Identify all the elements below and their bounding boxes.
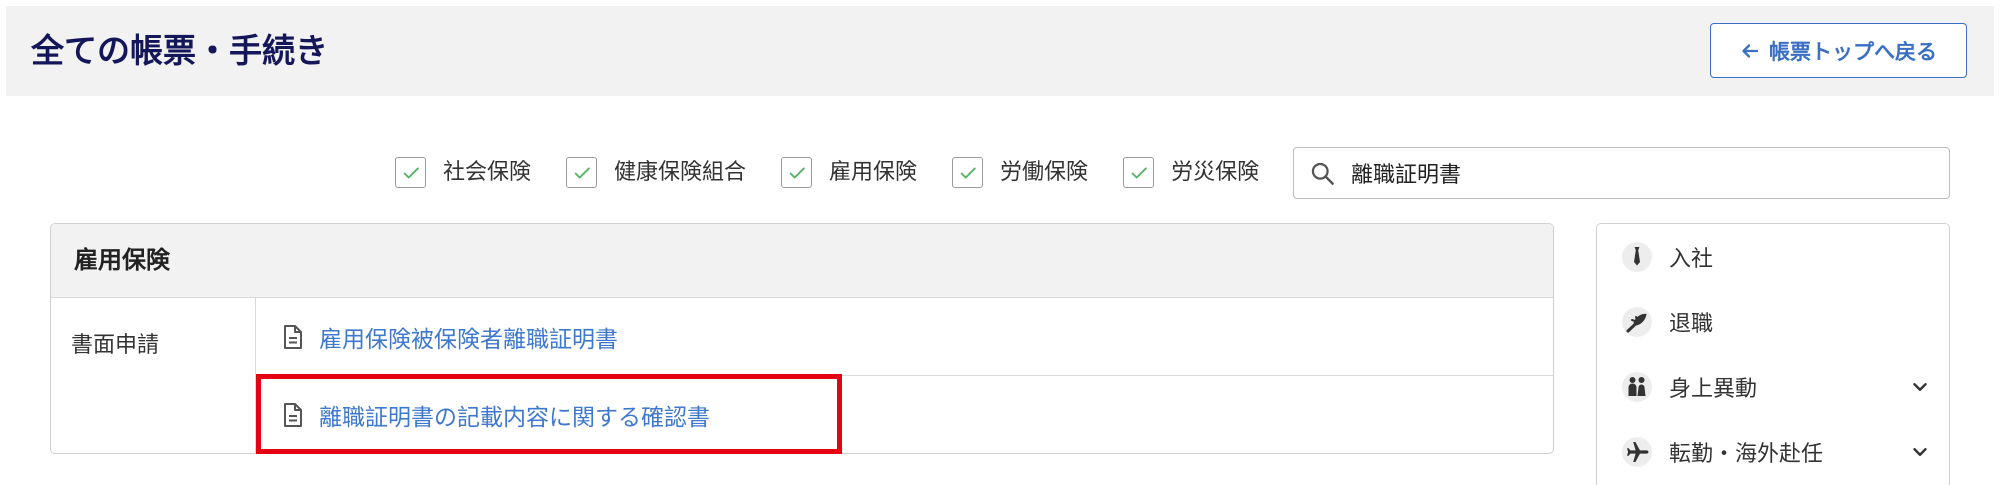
filter-label: 労災保険 [1171,160,1260,185]
filter-checkbox[interactable] [566,157,598,188]
page-header: 全ての帳票・手続き 帳票トップへ戻る [6,6,1994,96]
filter-checkbox[interactable] [952,157,984,188]
insurance-filter-group: 社会保険 健康保険組合 雇用保険 労働保険 労災保険 [395,157,1294,188]
back-to-forms-top-button[interactable]: 帳票トップへ戻る [1710,23,1967,78]
filter-workers-accident-insurance[interactable]: 労災保険 [1123,157,1259,188]
section-body: 書面申請 雇用保険被保険者離職証明書 離職証明書の記載内容に関する確認書 [51,298,1553,453]
page-title: 全ての帳票・手続き [31,31,328,70]
filter-label: 労働保険 [1000,160,1089,185]
form-link-confirmation-document[interactable]: 離職証明書の記載内容に関する確認書 [319,398,710,432]
document-icon [282,324,304,350]
sidebar-item-leaving[interactable]: 退職 [1597,289,1949,354]
search-icon [1309,160,1336,187]
check-icon [960,167,976,178]
chevron-down-icon[interactable] [1909,376,1931,398]
check-icon [789,167,805,178]
filter-social-insurance[interactable]: 社会保険 [395,157,531,188]
section-title: 雇用保険 [74,246,170,274]
sidebar-item-label: 退職 [1669,311,1714,337]
section-header: 雇用保険 [51,224,1553,298]
sidebar-item-label: 入社 [1669,246,1714,272]
check-icon [403,167,419,178]
back-button-label: 帳票トップへ戻る [1769,39,1937,64]
page: 全ての帳票・手続き 帳票トップへ戻る 社会保険 健康保険組合 雇用保険 労働保険… [0,0,2000,485]
form-link-row: 離職証明書の記載内容に関する確認書 [256,376,1553,453]
chevron-down-icon[interactable] [1909,441,1931,463]
filter-checkbox[interactable] [1123,157,1155,188]
form-link-list: 雇用保険被保険者離職証明書 離職証明書の記載内容に関する確認書 [256,298,1553,453]
airplane-icon [1621,436,1653,468]
filter-employment-insurance[interactable]: 雇用保険 [781,157,917,188]
filter-label: 社会保険 [443,160,532,185]
filter-health-insurance-society[interactable]: 健康保険組合 [566,157,746,188]
search-box [1293,147,1950,199]
bouquet-icon [1621,306,1653,338]
sidebar-item-label: 転勤・海外赴任 [1669,441,1824,467]
form-link-row: 雇用保険被保険者離職証明書 [256,298,1553,376]
category-label: 書面申請 [51,298,256,453]
filter-checkbox[interactable] [781,157,813,188]
employment-insurance-section: 雇用保険 書面申請 雇用保険被保険者離職証明書 離職証明書の記載内容に関する確認… [50,223,1554,454]
sidebar-item-personal-changes[interactable]: 身上異動 [1597,354,1949,419]
family-icon [1621,371,1653,403]
filter-checkbox[interactable] [395,157,426,188]
filter-label: 雇用保険 [829,160,918,185]
arrow-left-icon [1740,41,1760,61]
filter-labor-insurance[interactable]: 労働保険 [952,157,1088,188]
sidebar-item-joining[interactable]: 入社 [1597,224,1949,289]
document-icon [282,402,304,428]
procedure-category-sidebar: 入社 退職 身上異動 転勤・海外赴任 [1596,223,1950,485]
filter-label: 健康保険組合 [614,160,747,185]
search-input[interactable] [1351,148,1936,198]
check-icon [574,167,590,178]
check-icon [1131,167,1147,178]
sidebar-item-transfer-overseas[interactable]: 転勤・海外赴任 [1597,419,1949,484]
form-link-separation-certificate[interactable]: 雇用保険被保険者離職証明書 [319,320,618,354]
necktie-icon [1621,241,1653,273]
sidebar-item-label: 身上異動 [1669,376,1758,402]
